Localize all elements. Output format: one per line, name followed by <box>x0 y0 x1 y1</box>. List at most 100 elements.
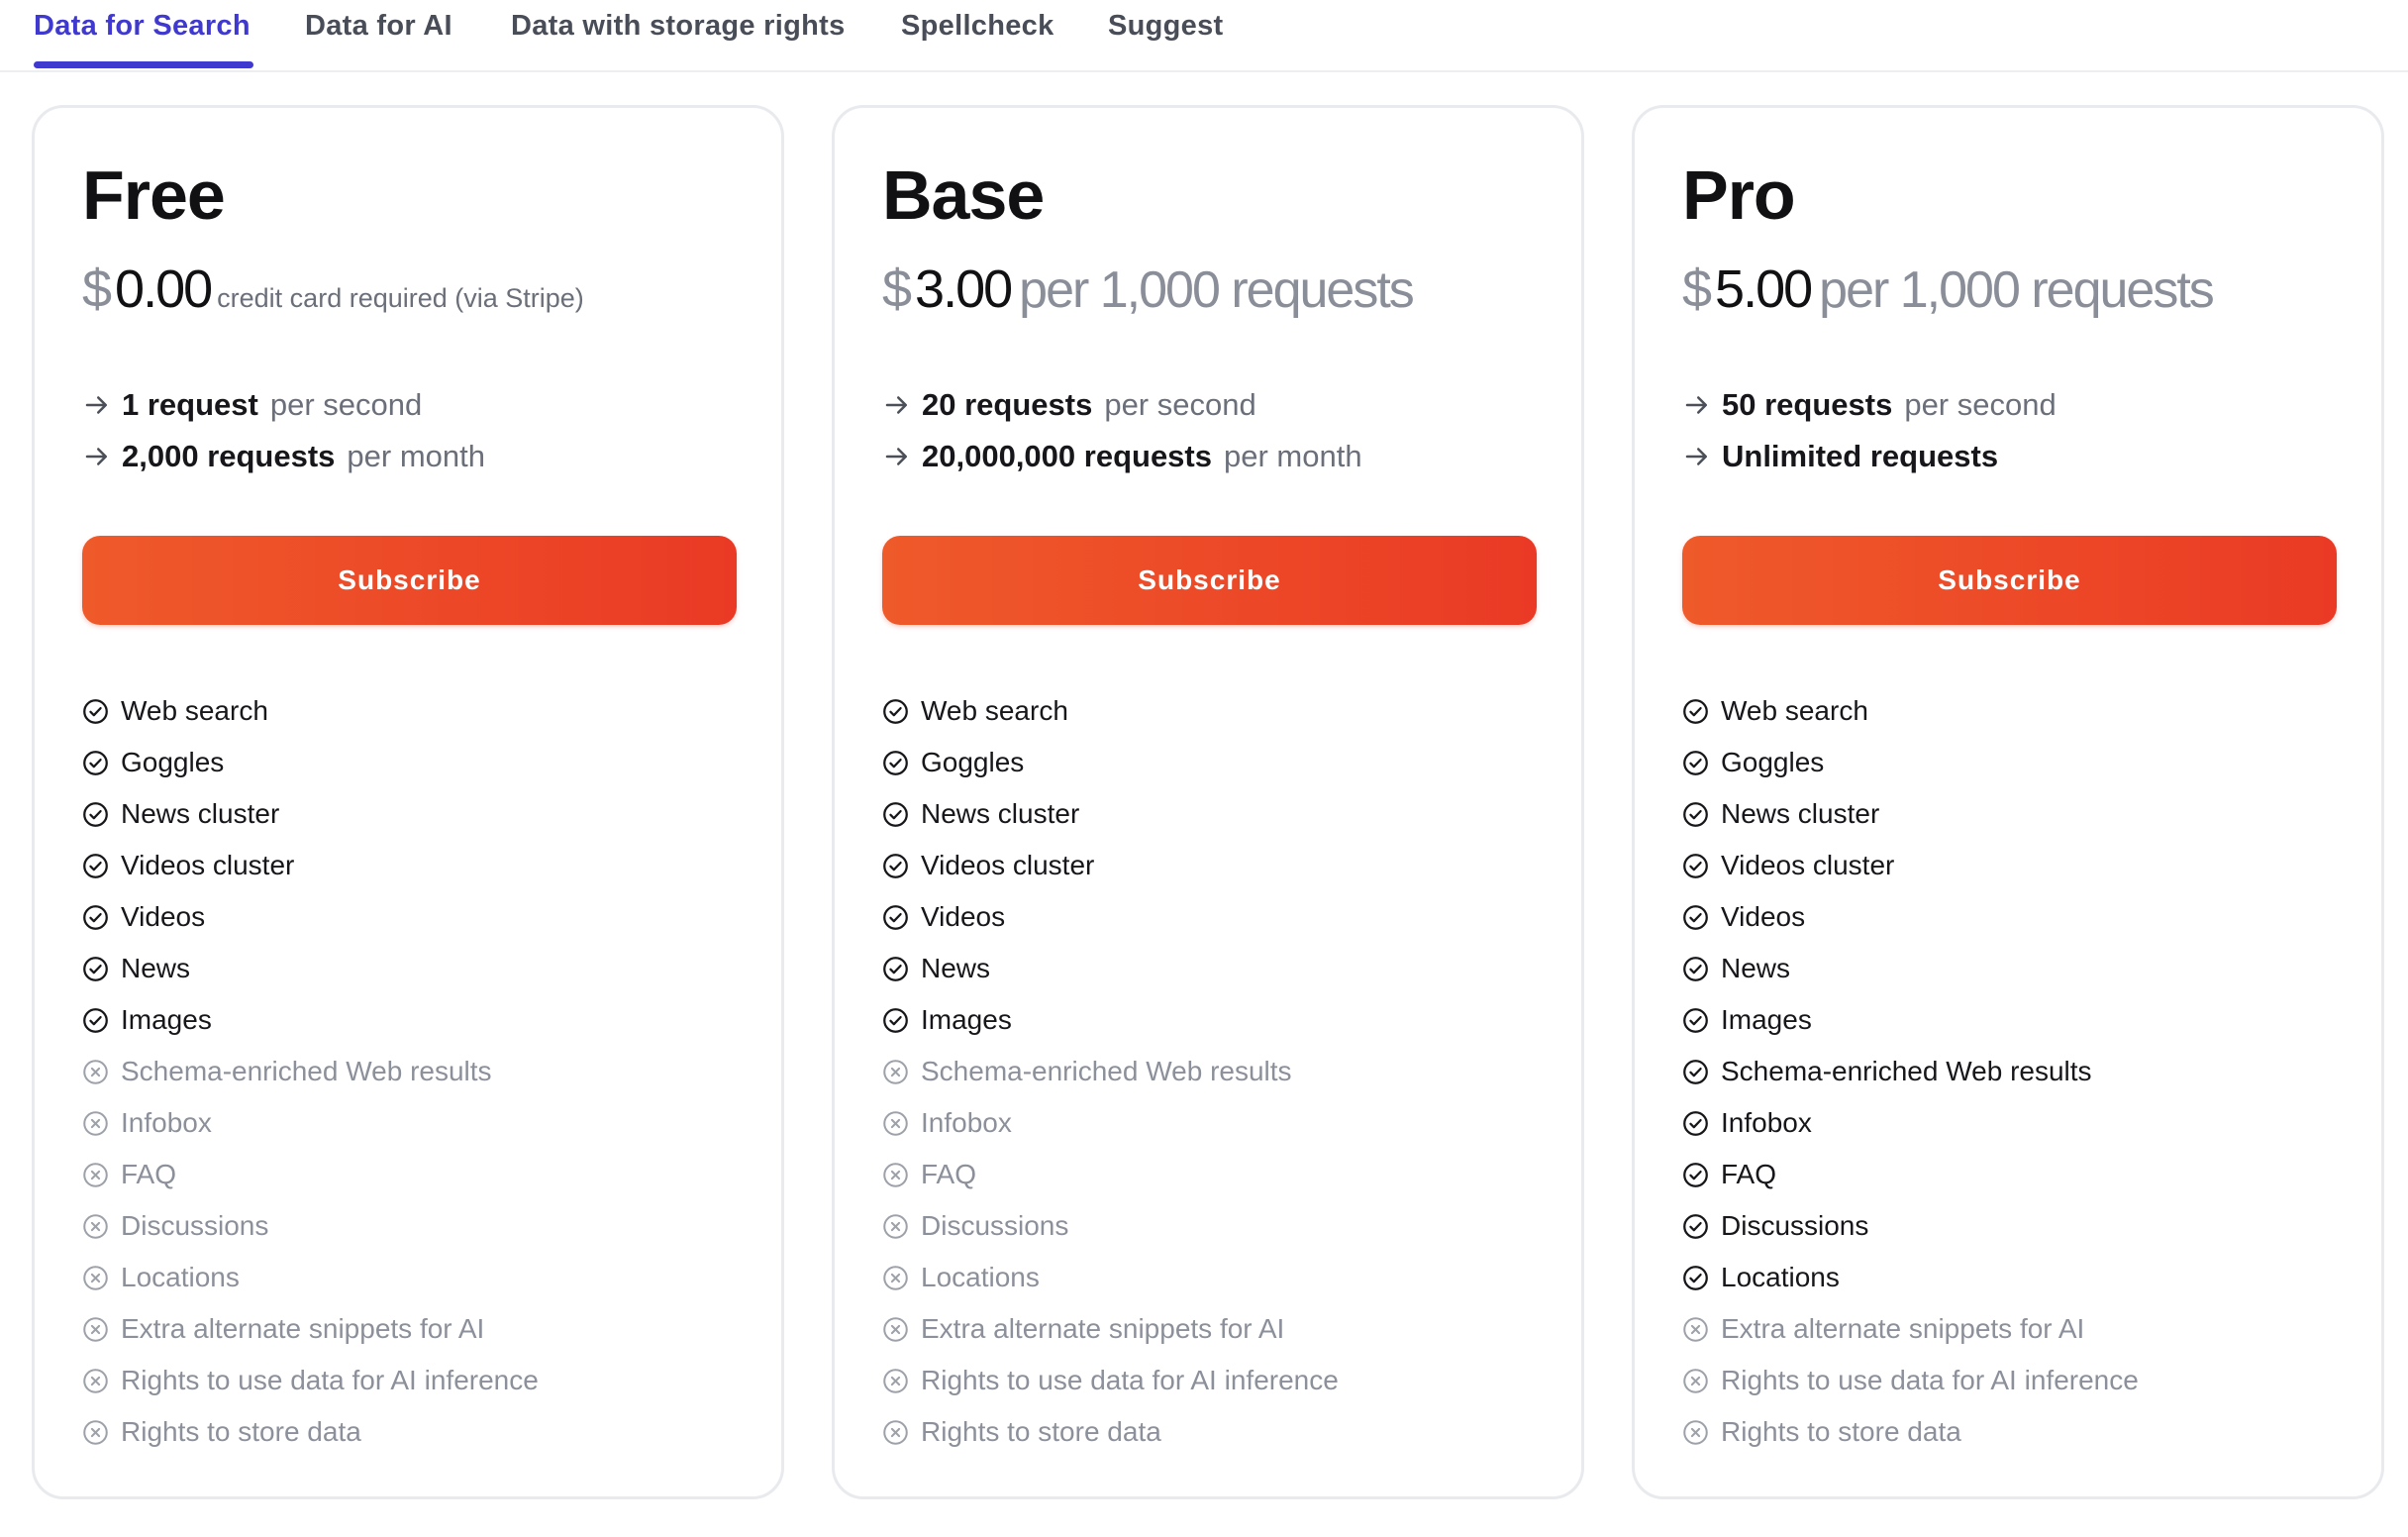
plan-limit: 20 requests per second <box>882 387 1256 423</box>
check-circle-icon <box>1682 750 1709 776</box>
check-circle-icon <box>1682 698 1709 725</box>
feature-label: Videos cluster <box>921 850 1095 880</box>
feature-item: Infobox <box>82 1097 539 1149</box>
feature-label: FAQ <box>1721 1159 1777 1189</box>
x-circle-icon <box>1682 1419 1709 1446</box>
tab-data-for-ai[interactable]: Data for AI <box>305 10 452 50</box>
feature-item: News cluster <box>882 788 1339 840</box>
feature-item: Rights to store data <box>882 1406 1339 1458</box>
check-circle-icon <box>82 698 109 725</box>
feature-item: Videos <box>882 891 1339 943</box>
x-circle-icon <box>882 1213 909 1240</box>
tab-spellcheck[interactable]: Spellcheck <box>901 10 1054 50</box>
feature-label: News <box>1721 953 1791 983</box>
feature-label: News <box>121 953 191 983</box>
feature-label: Goggles <box>1721 747 1825 777</box>
feature-item: News <box>1682 943 2139 994</box>
x-circle-icon <box>82 1059 109 1085</box>
feature-label: Schema-enriched Web results <box>121 1056 492 1086</box>
plan-price: $0.00 credit card required (via Stripe) <box>82 258 584 320</box>
feature-label: News cluster <box>921 798 1080 829</box>
limit-unit: per second <box>269 387 423 422</box>
feature-label: Locations <box>121 1262 240 1292</box>
feature-item: Web search <box>1682 685 2139 737</box>
plan-price: $5.00 per 1,000 requests <box>1682 258 2215 320</box>
price-note: per 1,000 requests <box>1819 261 2215 319</box>
check-circle-icon <box>1682 956 1709 982</box>
arrow-right-icon <box>82 442 112 471</box>
check-circle-icon <box>1682 1213 1709 1240</box>
arrow-right-icon <box>1682 442 1712 471</box>
check-circle-icon <box>1682 801 1709 828</box>
subscribe-button[interactable]: Subscribe <box>882 536 1537 625</box>
x-circle-icon <box>82 1316 109 1343</box>
feature-item: Rights to use data for AI inference <box>882 1355 1339 1406</box>
x-circle-icon <box>82 1213 109 1240</box>
limit-value: Unlimited requests <box>1722 439 1999 473</box>
feature-label: Locations <box>921 1262 1040 1292</box>
plan-name: Free <box>82 156 226 234</box>
feature-item: Rights to use data for AI inference <box>1682 1355 2139 1406</box>
check-circle-icon <box>882 1007 909 1034</box>
feature-label: Rights to store data <box>1721 1416 1961 1447</box>
x-circle-icon <box>82 1419 109 1446</box>
feature-list: Web search Goggles News cluster Videos clus… <box>882 685 1339 1458</box>
arrow-right-icon <box>82 390 112 420</box>
feature-item: FAQ <box>882 1149 1339 1200</box>
feature-label: Schema-enriched Web results <box>1721 1056 2092 1086</box>
feature-list: Web search Goggles News cluster Videos clus… <box>1682 685 2139 1458</box>
check-circle-icon <box>82 801 109 828</box>
feature-label: Goggles <box>921 747 1025 777</box>
feature-label: Web search <box>921 695 1068 726</box>
active-tab-indicator <box>34 61 253 68</box>
plan-limit: 20,000,000 requests per month <box>882 439 1362 474</box>
price-amount: 0.00 <box>115 259 213 319</box>
check-circle-icon <box>82 750 109 776</box>
feature-label: Videos <box>1721 901 1806 932</box>
feature-item: Videos <box>82 891 539 943</box>
feature-item: Locations <box>82 1252 539 1303</box>
plan-limit: 50 requests per second <box>1682 387 2057 423</box>
feature-item: News cluster <box>1682 788 2139 840</box>
feature-item: Videos cluster <box>882 840 1339 891</box>
feature-item: Rights to store data <box>82 1406 539 1458</box>
feature-item: Infobox <box>882 1097 1339 1149</box>
tab-data-for-search[interactable]: Data for Search <box>34 10 251 50</box>
price-note: per 1,000 requests <box>1019 261 1415 319</box>
x-circle-icon <box>82 1110 109 1137</box>
tab-bar: Data for Search Data for AI Data with st… <box>0 0 2408 72</box>
feature-item: Schema-enriched Web results <box>882 1046 1339 1097</box>
arrow-right-icon <box>882 442 912 471</box>
feature-label: Extra alternate snippets for AI <box>921 1313 1285 1344</box>
price-amount: 3.00 <box>915 259 1013 319</box>
feature-item: Schema-enriched Web results <box>82 1046 539 1097</box>
feature-label: News cluster <box>121 798 280 829</box>
tab-suggest[interactable]: Suggest <box>1108 10 1224 50</box>
x-circle-icon <box>882 1316 909 1343</box>
feature-item: Schema-enriched Web results <box>1682 1046 2139 1097</box>
x-circle-icon <box>882 1419 909 1446</box>
feature-item: FAQ <box>82 1149 539 1200</box>
plan-card-free: Free $0.00 credit card required (via Strip… <box>32 105 784 1499</box>
subscribe-button[interactable]: Subscribe <box>82 536 737 625</box>
feature-item: Web search <box>882 685 1339 737</box>
feature-item: Locations <box>1682 1252 2139 1303</box>
feature-item: Discussions <box>1682 1200 2139 1252</box>
feature-label: Discussions <box>921 1210 1069 1241</box>
x-circle-icon <box>882 1162 909 1188</box>
check-circle-icon <box>882 853 909 879</box>
subscribe-button[interactable]: Subscribe <box>1682 536 2337 625</box>
check-circle-icon <box>1682 1059 1709 1085</box>
feature-item: Extra alternate snippets for AI <box>882 1303 1339 1355</box>
feature-label: Discussions <box>121 1210 269 1241</box>
feature-label: Images <box>121 1004 212 1035</box>
price-currency: $ <box>1682 259 1712 319</box>
feature-item: FAQ <box>1682 1149 2139 1200</box>
feature-item: Videos <box>1682 891 2139 943</box>
plan-name: Pro <box>1682 156 1796 234</box>
feature-label: Extra alternate snippets for AI <box>1721 1313 2085 1344</box>
x-circle-icon <box>882 1368 909 1394</box>
tab-data-with-storage-rights[interactable]: Data with storage rights <box>511 10 846 50</box>
plan-name: Base <box>882 156 1045 234</box>
check-circle-icon <box>882 904 909 931</box>
